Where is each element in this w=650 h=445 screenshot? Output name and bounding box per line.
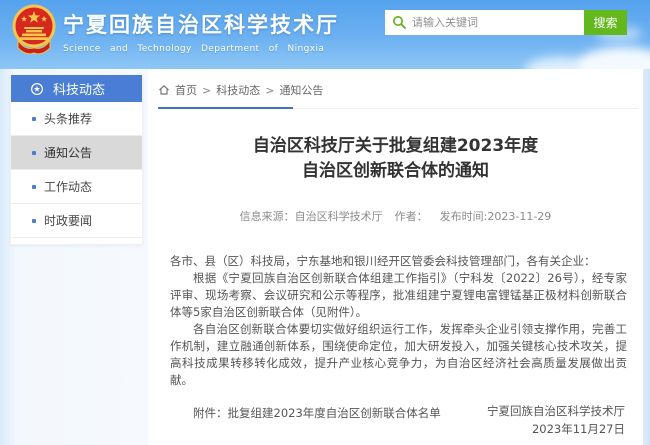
breadcrumb-separator: > <box>265 84 274 97</box>
sidebar-section-header[interactable]: 科技动态 <box>11 75 142 102</box>
article-meta: 信息来源：自治区科学技术厅 作者： 发布时间:2023-11-29 <box>148 208 643 224</box>
bullet-icon <box>32 219 36 223</box>
sidebar-item-label: 通知公告 <box>44 144 92 161</box>
bullet-icon <box>32 151 36 155</box>
sidebar-item-label: 工作动态 <box>44 178 92 195</box>
breadcrumb-separator: > <box>202 84 211 97</box>
article-source: 信息来源：自治区科学技术厅 <box>240 208 383 224</box>
article-paragraph: 各市、县（区）科技局，宁东基地和银川经开区管委会科技管理部门，各有关企业： <box>170 253 627 270</box>
breadcrumb: 首页 > 科技动态 > 通知公告 <box>148 69 643 107</box>
sidebar-item-politics-news[interactable]: 时政要闻 <box>11 204 142 238</box>
bullet-icon <box>32 185 36 189</box>
article-publish-time: 发布时间:2023-11-29 <box>440 208 552 224</box>
bullet-icon <box>32 117 36 121</box>
article-title-line2: 自治区创新联合体的通知 <box>148 159 643 184</box>
sidebar-item-label: 头条推荐 <box>44 110 92 127</box>
breadcrumb-current[interactable]: 通知公告 <box>279 82 323 98</box>
national-emblem-icon <box>9 3 59 59</box>
site-header: 宁夏回族自治区科学技术厅 Science and Technology Depa… <box>0 0 650 69</box>
article-footer: 宁夏回族自治区科学技术厅 2023年11月27日 <box>487 402 625 438</box>
article-signature: 宁夏回族自治区科学技术厅 <box>487 402 625 420</box>
home-icon <box>158 84 170 96</box>
article-paragraph: 根据《宁夏回族自治区创新联合体组建工作指引》（宁科发〔2022〕26号），经专家… <box>170 270 627 321</box>
sidebar-nav: 科技动态 头条推荐 通知公告 工作动态 时政要闻 <box>10 75 143 245</box>
article-date: 2023年11月27日 <box>487 420 625 438</box>
sidebar-item-work-news[interactable]: 工作动态 <box>11 170 142 204</box>
site-brand: 宁夏回族自治区科学技术厅 Science and Technology Depa… <box>63 9 339 54</box>
article-title-line1: 自治区科技厅关于批复组建2023年度 <box>148 134 643 159</box>
article-author: 作者： <box>395 208 428 224</box>
sidebar-item-notices[interactable]: 通知公告 <box>11 136 142 170</box>
site-search: 搜索 <box>385 10 627 35</box>
sidebar-item-label: 时政要闻 <box>44 212 92 229</box>
sidebar-item-headlines[interactable]: 头条推荐 <box>11 102 142 136</box>
search-button[interactable]: 搜索 <box>584 10 627 35</box>
breadcrumb-section[interactable]: 科技动态 <box>216 82 260 98</box>
search-input[interactable] <box>385 10 584 35</box>
article-body: 各市、县（区）科技局，宁东基地和银川经开区管委会科技管理部门，各有关企业： 根据… <box>170 253 627 422</box>
article-title: 自治区科技厅关于批复组建2023年度 自治区创新联合体的通知 <box>148 134 643 184</box>
sidebar-title: 科技动态 <box>53 79 105 98</box>
main-content-panel: 首页 > 科技动态 > 通知公告 自治区科技厅关于批复组建2023年度 自治区创… <box>148 69 643 445</box>
search-icon <box>392 15 407 30</box>
breadcrumb-home[interactable]: 首页 <box>175 82 197 98</box>
breadcrumb-divider <box>148 107 643 110</box>
circle-star-icon <box>30 82 44 96</box>
site-title: 宁夏回族自治区科学技术厅 <box>63 9 339 39</box>
site-subtitle: Science and Technology Department of Nin… <box>63 44 339 54</box>
article-paragraph: 各自治区创新联合体要切实做好组织运行工作，发挥牵头企业引领支撑作用，完善工作机制… <box>170 321 627 389</box>
